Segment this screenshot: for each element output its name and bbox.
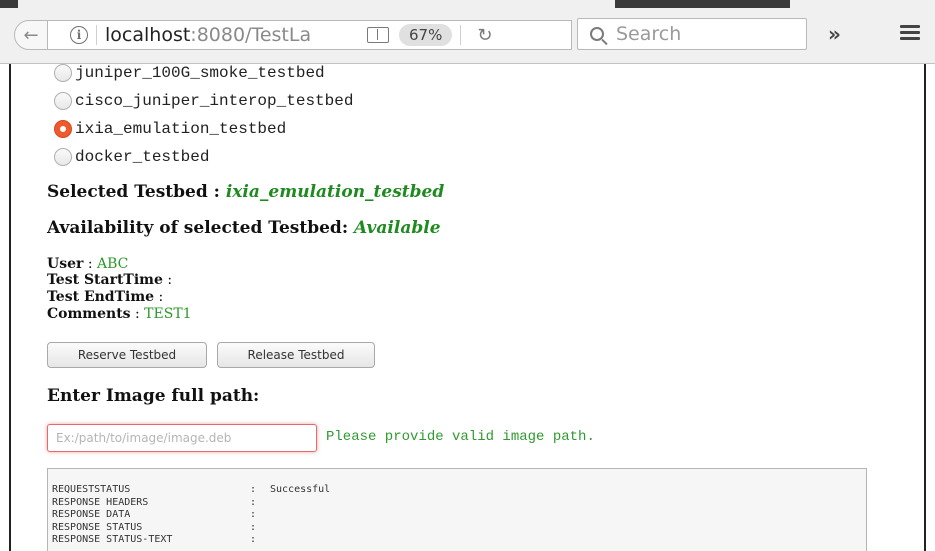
comments-row: Comments : TEST1 [47, 306, 192, 322]
selected-testbed-label: Selected Testbed : [47, 182, 220, 202]
radio-button[interactable] [54, 92, 72, 110]
availability-line: Availability of selected Testbed: Availa… [47, 218, 441, 238]
info-icon[interactable]: i [70, 26, 88, 44]
testbed-option[interactable]: docker_testbed [54, 148, 209, 166]
url-text[interactable]: localhost:8080/TestLa [105, 24, 355, 46]
back-button[interactable]: ← [14, 20, 48, 50]
url-separator [460, 25, 462, 45]
response-row: RESPONSE STATUS: [52, 521, 257, 533]
url-bar[interactable]: i localhost:8080/TestLa 67% ↻ [48, 20, 572, 50]
tab-strip-gap [615, 0, 790, 8]
user-row: User : ABC [47, 256, 129, 272]
comments-value: TEST1 [144, 306, 192, 322]
tab-strip-edge [0, 0, 18, 8]
page-content: juniper_100G_smoke_testbed cisco_juniper… [9, 64, 926, 551]
reader-view-icon[interactable] [367, 27, 389, 43]
release-testbed-button[interactable]: Release Testbed [217, 342, 375, 368]
end-time-row: Test EndTime : [47, 289, 164, 305]
start-time-row: Test StartTime : [47, 272, 173, 288]
user-value: ABC [97, 256, 129, 272]
hamburger-menu-icon[interactable] [900, 25, 920, 41]
response-key: RESPONSE DATA [52, 509, 131, 520]
testbed-option[interactable]: cisco_juniper_interop_testbed [54, 92, 353, 110]
response-value: Successful [270, 484, 331, 495]
reserve-testbed-button[interactable]: Reserve Testbed [47, 342, 207, 368]
overflow-chevron-icon[interactable]: » [828, 22, 841, 46]
comments-label: Comments [47, 306, 131, 322]
end-time-label: Test EndTime [47, 289, 155, 305]
user-label: User [47, 256, 84, 272]
availability-value: Available [354, 218, 441, 238]
selected-testbed-line: Selected Testbed : ixia_emulation_testbe… [47, 182, 444, 202]
testbed-option[interactable]: ixia_emulation_testbed [54, 120, 286, 138]
image-path-hint: Please provide valid image path. [326, 429, 595, 445]
search-input[interactable] [616, 23, 796, 45]
response-key: REQUESTSTATUS [52, 484, 131, 495]
testbed-option-label: cisco_juniper_interop_testbed [75, 92, 354, 110]
zoom-indicator[interactable]: 67% [399, 24, 453, 46]
availability-label: Availability of selected Testbed: [47, 218, 349, 238]
response-key: RESPONSE HEADERS [52, 496, 149, 508]
url-path: :8080/TestLa [190, 24, 312, 46]
testbed-option-label: juniper_100G_smoke_testbed [75, 64, 325, 82]
response-box: REQUESTSTATUS: Successful RESPONSE HEADER… [47, 468, 867, 551]
browser-toolbar: ← i localhost:8080/TestLa 67% ↻ » [0, 0, 935, 64]
image-path-input[interactable] [47, 424, 317, 452]
response-row: RESPONSE STATUS-TEXT: [52, 534, 257, 545]
reload-icon[interactable]: ↻ [477, 25, 492, 46]
response-key: RESPONSE STATUS-TEXT [52, 534, 173, 545]
response-key: RESPONSE STATUS [52, 521, 143, 533]
selected-testbed-value: ixia_emulation_testbed [225, 182, 445, 202]
testbed-option[interactable]: juniper_100G_smoke_testbed [54, 64, 325, 82]
radio-button[interactable] [54, 148, 72, 166]
response-row: RESPONSE HEADERS: [52, 496, 257, 508]
url-separator [96, 25, 97, 45]
url-host: localhost [105, 24, 191, 46]
radio-button[interactable] [54, 64, 72, 82]
image-path-heading: Enter Image full path: [47, 386, 260, 406]
radio-button-checked[interactable] [54, 120, 72, 138]
search-bar[interactable] [577, 18, 807, 50]
testbed-option-label: docker_testbed [75, 148, 210, 166]
start-time-label: Test StartTime [47, 272, 163, 288]
response-row: RESPONSE DATA: [52, 509, 257, 520]
response-row: REQUESTSTATUS: Successful [52, 484, 331, 495]
back-arrow-icon: ← [23, 24, 39, 46]
testbed-option-label: ixia_emulation_testbed [75, 120, 287, 138]
search-icon [590, 27, 604, 41]
